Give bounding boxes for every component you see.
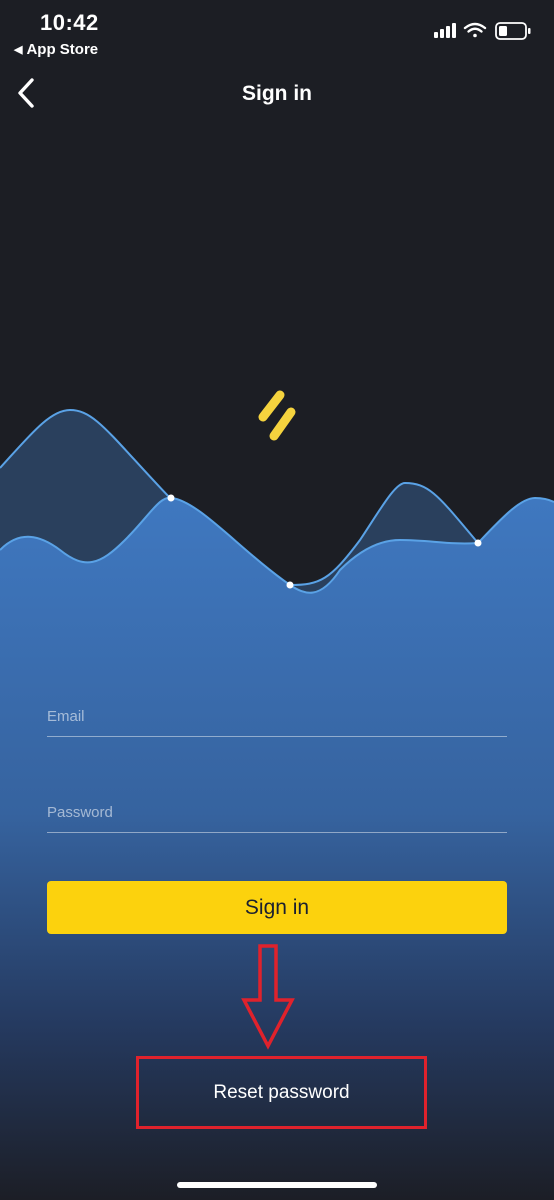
sign-in-button[interactable]: Sign in [47,881,507,934]
email-input[interactable] [47,696,507,736]
email-field[interactable] [47,696,507,737]
status-time: 10:42 [40,10,99,35]
battery-icon [495,22,531,40]
home-indicator [177,1182,377,1188]
down-arrow-outline-icon [241,944,295,1050]
status-icons [434,20,534,44]
wifi-icon [463,22,487,38]
reset-password-link[interactable]: Reset password [136,1056,427,1129]
reset-password-label: Reset password [213,1081,350,1103]
navigation-bar: Sign in [0,64,554,128]
back-app-label: App Store [26,41,99,58]
password-input[interactable] [47,792,507,832]
wave-node [286,581,294,589]
password-field[interactable] [47,792,507,833]
app-logo-icon [258,390,296,441]
wave-node [474,539,482,547]
signal-icon [434,23,456,38]
status-bar: 10:42 ◀ App Store [0,0,554,64]
back-to-app-store[interactable]: ◀ App Store [14,41,98,58]
back-triangle-icon: ◀ [14,44,23,56]
page-title: Sign in [242,82,312,105]
wave-node [167,494,175,502]
